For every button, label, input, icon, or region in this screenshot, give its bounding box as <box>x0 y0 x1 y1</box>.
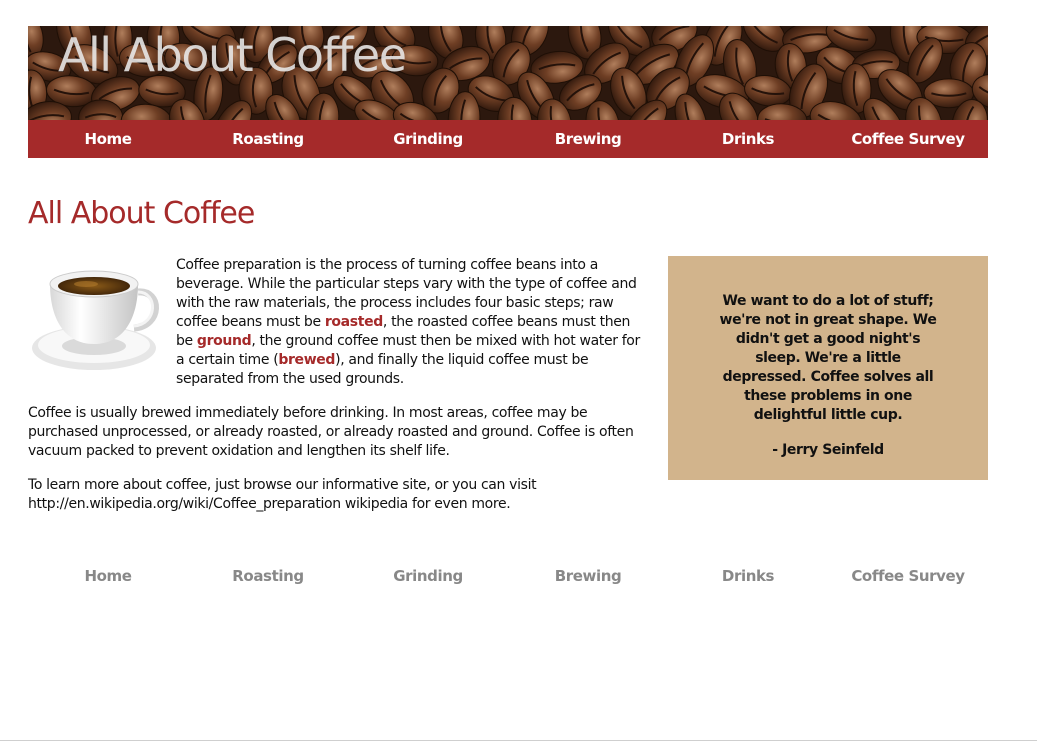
keyword-brewed: brewed <box>278 352 336 368</box>
footer-nav-grinding[interactable]: Grinding <box>348 562 508 590</box>
page-wrapper: All About Coffee Home Roasting Grinding … <box>28 26 988 585</box>
quote-author: - Jerry Seinfeld <box>772 442 884 458</box>
coffee-cup-image <box>32 270 159 370</box>
nav-drinks[interactable]: Drinks <box>668 120 828 158</box>
main-navigation: Home Roasting Grinding Brewing Drinks Co… <box>28 120 988 158</box>
footer-nav-roasting[interactable]: Roasting <box>188 562 348 590</box>
nav-brewing[interactable]: Brewing <box>508 120 668 158</box>
header-banner: All About Coffee <box>28 26 988 120</box>
page-title: All About Coffee <box>28 196 255 231</box>
paragraph-3: To learn more about coffee, just browse … <box>28 477 537 512</box>
footer-nav-home[interactable]: Home <box>28 562 188 590</box>
quote-text: We want to do a lot of stuff; we're not … <box>719 293 937 423</box>
nav-grinding[interactable]: Grinding <box>348 120 508 158</box>
footer-nav-brewing[interactable]: Brewing <box>508 562 668 590</box>
footer-navigation: Home Roasting Grinding Brewing Drinks Co… <box>28 562 988 590</box>
main-content: Coffee preparation is the process of tur… <box>28 256 643 529</box>
footer-nav-coffee-survey[interactable]: Coffee Survey <box>828 562 988 590</box>
quote-box: We want to do a lot of stuff; we're not … <box>668 256 988 480</box>
banner-title: All About Coffee <box>58 28 407 82</box>
footer-nav-drinks[interactable]: Drinks <box>668 562 828 590</box>
nav-coffee-survey[interactable]: Coffee Survey <box>828 120 988 158</box>
keyword-roasted: roasted <box>324 314 383 330</box>
paragraph-2: Coffee is usually brewed immediately bef… <box>28 405 634 459</box>
keyword-ground: ground <box>196 333 252 349</box>
nav-roasting[interactable]: Roasting <box>188 120 348 158</box>
nav-home[interactable]: Home <box>28 120 188 158</box>
